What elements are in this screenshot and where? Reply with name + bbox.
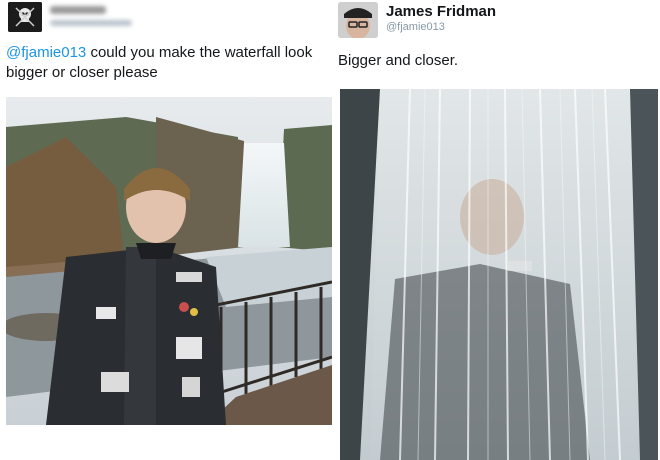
blurred-username <box>50 6 106 14</box>
reply-tweet: James Fridman @fjamie013 Bigger and clos… <box>334 0 660 460</box>
original-tweet: @fjamie013 could you make the waterfall … <box>0 0 334 460</box>
user-avatar-icon[interactable] <box>338 2 378 38</box>
tweet-text: @fjamie013 could you make the waterfall … <box>6 43 332 83</box>
mention-link[interactable]: @fjamie013 <box>6 44 86 61</box>
reply-text: Bigger and closer. <box>338 52 459 69</box>
skull-logo-icon[interactable] <box>8 2 42 32</box>
photo-waterfall-edited[interactable] <box>340 89 658 460</box>
display-name[interactable]: James Fridman <box>386 3 496 20</box>
blurred-handle <box>50 20 132 26</box>
user-handle[interactable]: @fjamie013 <box>386 21 445 33</box>
photo-waterfall-original[interactable] <box>6 97 332 425</box>
